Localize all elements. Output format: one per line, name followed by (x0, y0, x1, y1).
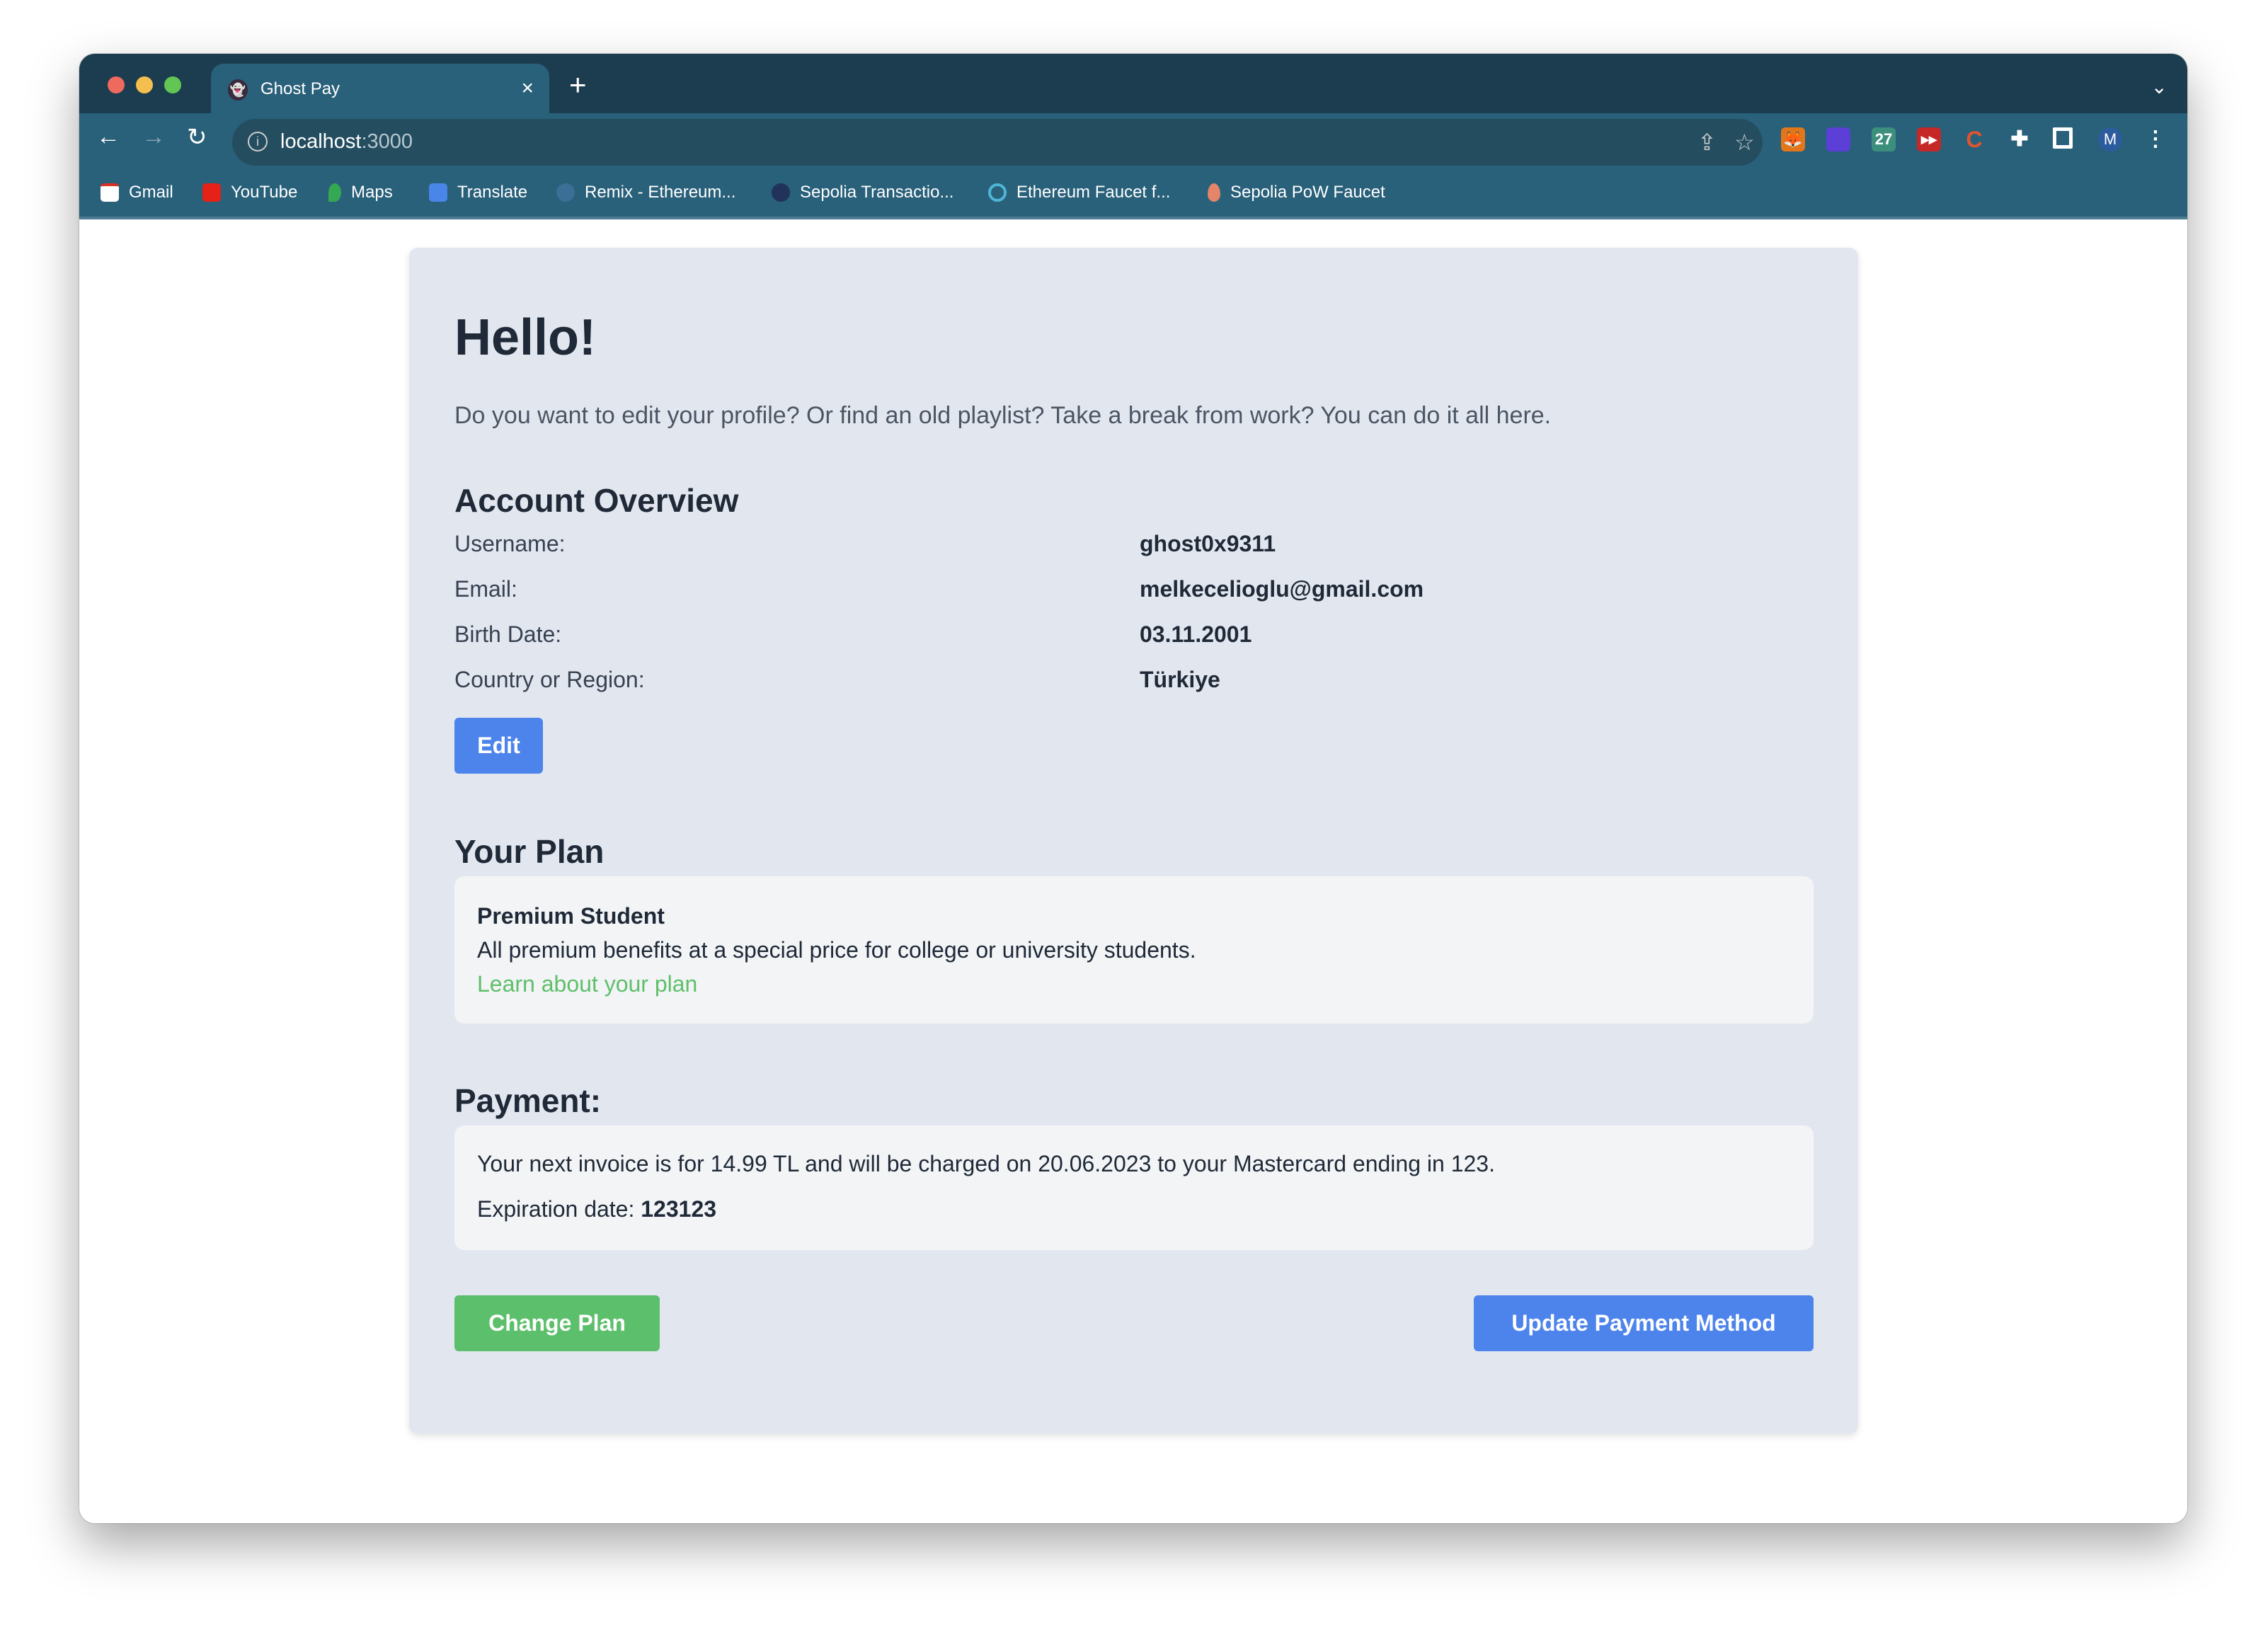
extensions-puzzle-icon[interactable]: ✚ (2008, 127, 2032, 151)
learn-about-plan-link[interactable]: Learn about your plan (477, 971, 697, 997)
update-payment-method-button[interactable]: Update Payment Method (1474, 1295, 1814, 1351)
forward-icon[interactable]: → (142, 123, 166, 151)
bookmark-label: Sepolia Transactio... (800, 183, 954, 202)
bookmark-label: Ethereum Faucet f... (1016, 183, 1171, 202)
profile-avatar[interactable]: M (2098, 127, 2122, 151)
email-label: Email: (454, 576, 517, 602)
bookmark-remix[interactable]: Remix - Ethereum... (556, 183, 735, 202)
bookmark-youtube[interactable]: YouTube (202, 183, 297, 202)
bookmark-label: Translate (457, 183, 528, 202)
browser-window: 👻 Ghost Pay × + ⌄ ← → ↻ i localhost:3000… (79, 54, 2187, 1523)
email-value: melkecelioglu@gmail.com (1140, 576, 1424, 602)
share-icon[interactable]: ⇪ (1697, 129, 1717, 156)
expiration-value: 123123 (641, 1196, 717, 1222)
tab-close-icon[interactable]: × (521, 76, 534, 101)
expiration-date: Expiration date: 123123 (477, 1196, 716, 1222)
change-plan-button[interactable]: Change Plan (454, 1295, 660, 1351)
bookmark-label: YouTube (231, 183, 298, 202)
account-card: Hello! Do you want to edit your profile?… (409, 248, 1858, 1433)
new-tab-button[interactable]: + (569, 70, 587, 100)
url-text[interactable]: localhost:3000 (280, 130, 413, 154)
menu-kebab-icon[interactable]: ⋮ (2143, 127, 2167, 151)
plan-box: Premium Student All premium benefits at … (454, 876, 1814, 1024)
bookmark-label: Remix - Ethereum... (585, 183, 736, 202)
metamask-extension-icon[interactable]: 🦊 (1781, 127, 1805, 151)
username-label: Username: (454, 531, 566, 556)
birth-date-label: Birth Date: (454, 621, 562, 647)
plan-description: All premium benefits at a special price … (477, 937, 1196, 963)
bookmark-maps[interactable]: Maps (328, 183, 393, 202)
bookmarks-bar: Gmail YouTube Maps Translate Remix - Eth… (79, 168, 2187, 219)
reload-icon[interactable]: ↻ (187, 123, 207, 151)
bookmark-sepolia-pow-faucet[interactable]: Sepolia PoW Faucet (1208, 183, 1385, 202)
payment-box: Your next invoice is for 14.99 TL and wi… (454, 1125, 1814, 1250)
invoice-text: Your next invoice is for 14.99 TL and wi… (477, 1151, 1495, 1176)
tab-search-chevron-icon[interactable]: ⌄ (2151, 75, 2167, 98)
username-value: ghost0x9311 (1140, 531, 1276, 556)
tab-ghost-pay[interactable]: 👻 Ghost Pay × (211, 64, 549, 115)
toolbar: ← → ↻ i localhost:3000 ⇪ ☆ 🦊 27 ▸▸ C ✚ M… (79, 113, 2187, 168)
maps-icon (328, 183, 341, 202)
droplet-icon (1208, 183, 1220, 202)
faucet-icon (988, 183, 1007, 202)
bookmark-ethereum-faucet[interactable]: Ethereum Faucet f... (988, 183, 1170, 202)
page-content: Hello! Do you want to edit your profile?… (79, 222, 2187, 1523)
country-value: Türkiye (1140, 667, 1220, 692)
address-bar[interactable]: i localhost:3000 ⇪ ☆ (232, 119, 1763, 166)
minimize-window-button[interactable] (136, 76, 153, 93)
greeting-heading: Hello! (454, 309, 597, 366)
bookmark-sepolia-transactions[interactable]: Sepolia Transactio... (772, 183, 953, 202)
extension-icon[interactable] (1826, 127, 1850, 151)
bookmark-translate[interactable]: Translate (429, 183, 527, 202)
side-panel-icon[interactable] (2053, 127, 2073, 149)
tab-title: Ghost Pay (260, 79, 340, 98)
c-extension-icon[interactable]: C (1962, 127, 1986, 151)
back-icon[interactable]: ← (96, 123, 120, 151)
birth-date-value: 03.11.2001 (1140, 621, 1252, 647)
calendar-extension-icon[interactable]: 27 (1872, 127, 1896, 151)
bookmark-label: Sepolia PoW Faucet (1230, 183, 1385, 202)
title-bar: 👻 Ghost Pay × + ⌄ (79, 54, 2187, 115)
close-window-button[interactable] (108, 76, 125, 93)
bookmark-label: Maps (351, 183, 393, 202)
bookmark-star-icon[interactable]: ☆ (1734, 129, 1755, 156)
expiration-label: Expiration date: (477, 1196, 635, 1222)
edit-button[interactable]: Edit (454, 718, 543, 774)
remix-icon (556, 183, 575, 202)
your-plan-heading: Your Plan (454, 833, 605, 870)
video-speed-extension-icon[interactable]: ▸▸ (1917, 127, 1941, 151)
youtube-icon (202, 183, 221, 202)
maximize-window-button[interactable] (164, 76, 181, 93)
intro-text: Do you want to edit your profile? Or fin… (454, 402, 1552, 429)
translate-icon (429, 183, 447, 202)
gmail-icon (101, 183, 119, 202)
payment-heading: Payment: (454, 1082, 602, 1119)
country-label: Country or Region: (454, 667, 645, 692)
plan-name: Premium Student (477, 903, 665, 929)
account-overview-heading: Account Overview (454, 482, 739, 519)
bookmark-gmail[interactable]: Gmail (101, 183, 173, 202)
etherscan-icon (772, 183, 790, 202)
bookmark-label: Gmail (129, 183, 173, 202)
site-info-icon[interactable]: i (248, 132, 268, 151)
ghost-favicon-icon: 👻 (228, 79, 248, 101)
